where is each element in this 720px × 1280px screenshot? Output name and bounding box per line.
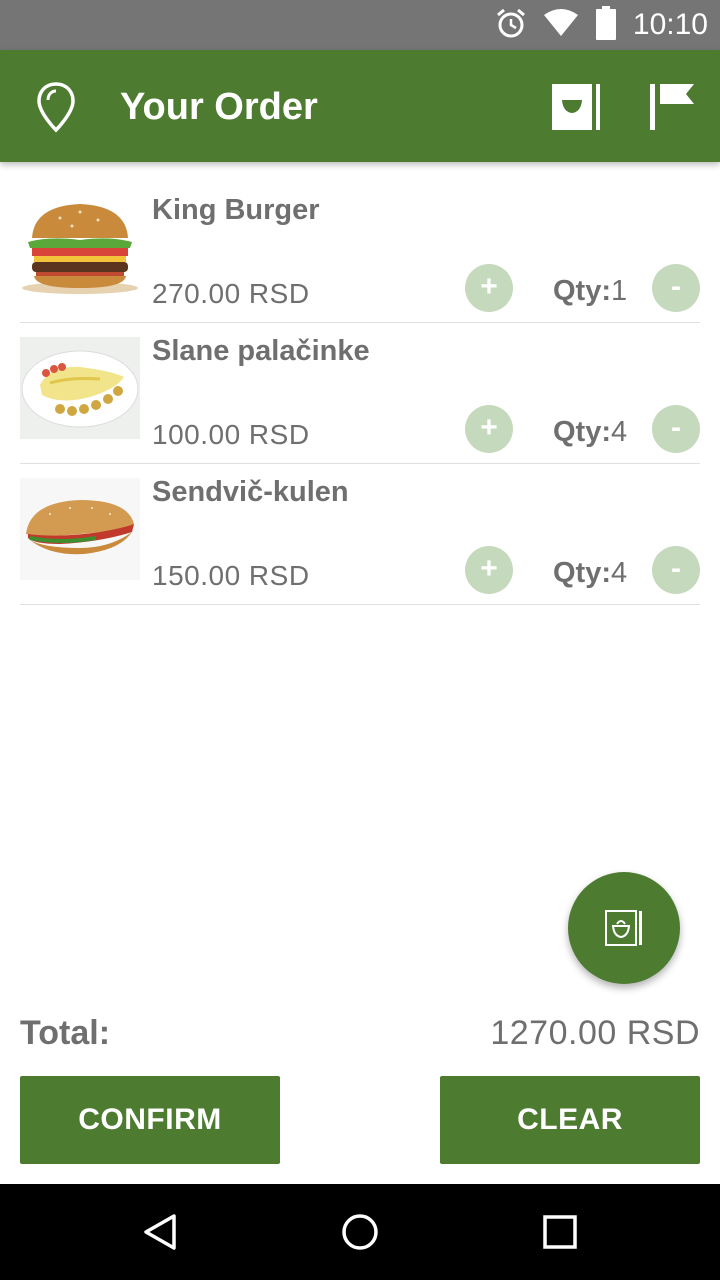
confirm-button[interactable]: CONFIRM — [20, 1076, 280, 1164]
order-menu-icon — [605, 910, 642, 946]
wifi-icon — [543, 8, 579, 43]
status-time: 10:10 — [632, 8, 708, 41]
burger-image — [20, 196, 140, 298]
item-name: Slane palačinke — [152, 335, 370, 367]
qty-label: Qty: — [553, 557, 611, 589]
total-label: Total: — [20, 1014, 111, 1052]
app-bar: Your Order — [0, 50, 720, 162]
increase-qty-button[interactable]: + — [465, 405, 513, 453]
item-price: 150.00 RSD — [152, 560, 310, 591]
total-value: 1270.00 RSD — [490, 1014, 700, 1052]
decrease-qty-button[interactable]: - — [652, 405, 700, 453]
item-qty: Qty:1 — [553, 275, 627, 308]
battery-icon — [595, 5, 617, 45]
item-qty: Qty:4 — [553, 416, 627, 449]
menu-fab-button[interactable] — [568, 872, 680, 984]
qty-label: Qty: — [553, 416, 611, 448]
order-bag-icon[interactable] — [550, 82, 602, 132]
clear-button[interactable]: CLEAR — [440, 1076, 700, 1164]
recents-icon[interactable] — [542, 1212, 578, 1252]
order-list: King Burger 270.00 RSD + Qty:1 - Slane p… — [20, 182, 700, 605]
item-price: 270.00 RSD — [152, 278, 310, 309]
increase-qty-button[interactable]: + — [465, 264, 513, 312]
navigation-bar — [0, 1184, 720, 1280]
order-item: Slane palačinke 100.00 RSD + Qty:4 - — [20, 323, 700, 464]
increase-qty-button[interactable]: + — [465, 546, 513, 594]
qty-value: 1 — [611, 275, 628, 307]
decrease-qty-button[interactable]: - — [652, 546, 700, 594]
item-price: 100.00 RSD — [152, 419, 310, 450]
page-title: Your Order — [120, 86, 318, 128]
pancakes-image — [20, 337, 140, 439]
decrease-qty-button[interactable]: - — [652, 264, 700, 312]
back-icon[interactable] — [140, 1212, 180, 1252]
qty-label: Qty: — [553, 275, 611, 307]
item-name: Sendvič-kulen — [152, 476, 349, 508]
order-item: Sendvič-kulen 150.00 RSD + Qty:4 - — [20, 464, 700, 605]
home-icon[interactable] — [340, 1212, 380, 1252]
sandwich-image — [20, 478, 140, 580]
status-bar: 10:10 — [0, 0, 720, 50]
location-pin-icon[interactable] — [34, 80, 78, 136]
qty-value: 4 — [611, 416, 628, 448]
item-qty: Qty:4 — [553, 557, 627, 590]
qty-value: 4 — [611, 557, 628, 589]
flag-icon[interactable] — [648, 82, 696, 132]
item-name: King Burger — [152, 194, 320, 226]
alarm-icon — [495, 7, 527, 44]
order-item: King Burger 270.00 RSD + Qty:1 - — [20, 182, 700, 323]
